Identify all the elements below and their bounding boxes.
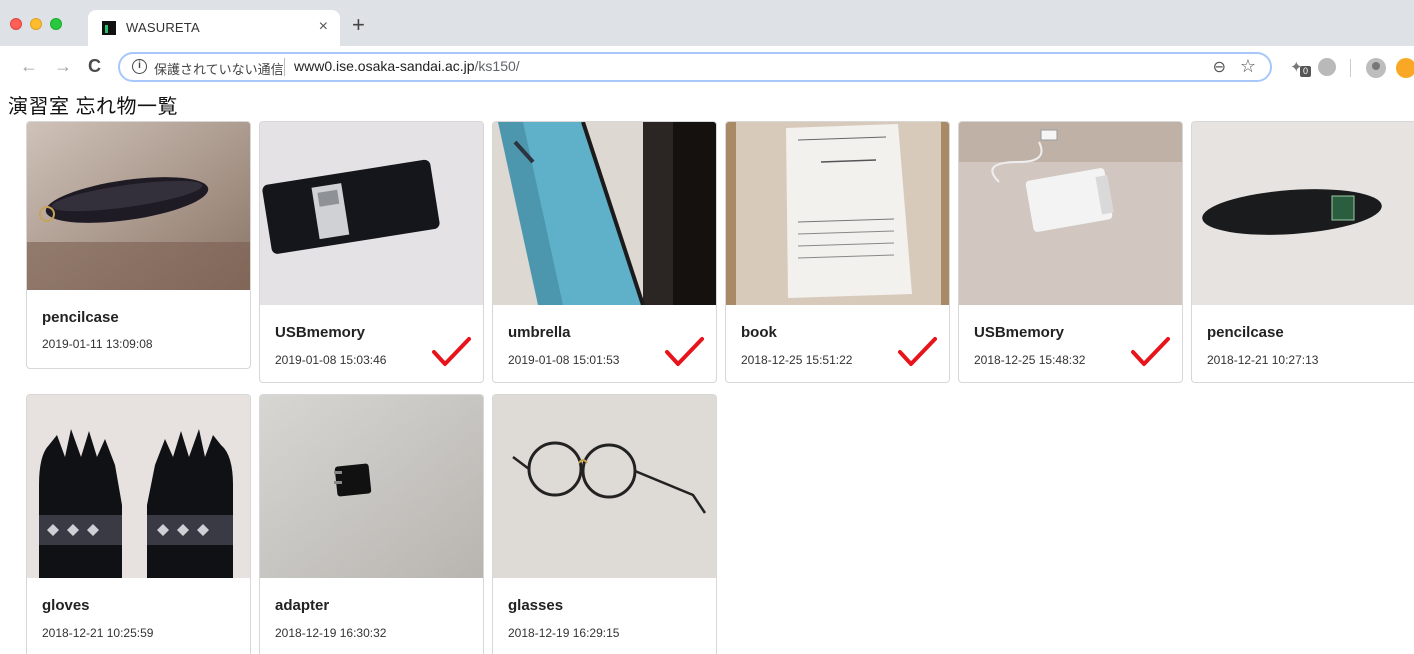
item-name: book (741, 324, 777, 341)
item-photo (726, 122, 949, 305)
item-name: gloves (42, 597, 90, 614)
item-photo (260, 122, 483, 305)
item-card[interactable]: pencilcase 2018-12-21 10:27:13 (1191, 121, 1414, 383)
item-card[interactable]: adapter 2018-12-19 16:30:32 (259, 394, 484, 654)
item-date: 2018-12-25 15:48:32 (974, 353, 1086, 367)
item-name: USBmemory (974, 324, 1065, 341)
browser-toolbar: ← → C i 保護されていない通信 www0.ise.osaka-sandai… (0, 46, 1414, 88)
item-name: glasses (508, 597, 564, 614)
item-photo (493, 122, 716, 305)
url-host: www0.ise.osaka-sandai.ac.jp (294, 58, 475, 74)
check-icon (898, 337, 937, 366)
item-date: 2018-12-19 16:29:15 (508, 626, 620, 640)
item-card[interactable]: umbrella 2019-01-08 15:01:53 (492, 121, 717, 383)
bookmark-star-icon[interactable]: ☆ (1240, 56, 1256, 77)
item-card[interactable]: USBmemory 2019-01-08 15:03:46 (259, 121, 484, 383)
info-icon[interactable]: i (132, 59, 147, 74)
item-card[interactable]: book 2018-12-25 15:51:22 (725, 121, 950, 383)
new-tab-button[interactable]: + (352, 14, 365, 36)
item-date: 2018-12-25 15:51:22 (741, 353, 853, 367)
item-name: adapter (275, 597, 330, 614)
check-icon (1131, 337, 1170, 366)
browser-tab[interactable]: WASURETA × (88, 10, 340, 46)
item-photo (260, 395, 483, 578)
check-icon (432, 337, 471, 366)
chat-extension-icon[interactable] (1318, 58, 1336, 76)
zoom-icon[interactable]: ⊖ (1213, 57, 1226, 77)
reload-button[interactable]: C (88, 55, 101, 77)
item-card[interactable]: pencilcase 2019-01-11 13:09:08 (26, 121, 251, 369)
check-icon (665, 337, 704, 366)
profile-avatar-icon[interactable] (1366, 58, 1386, 78)
url-path: /ks150/ (474, 58, 520, 74)
item-card[interactable]: gloves 2018-12-21 10:25:59 (26, 394, 251, 654)
item-photo (959, 122, 1182, 305)
item-photo (27, 395, 250, 578)
minimize-window-icon[interactable] (30, 18, 42, 30)
favicon-icon (102, 21, 116, 35)
extension-icon[interactable]: ✦ 0 (1290, 58, 1312, 78)
item-photo (493, 395, 716, 578)
item-date: 2019-01-08 15:01:53 (508, 353, 620, 367)
forward-button[interactable]: → (54, 55, 72, 77)
item-card[interactable]: USBmemory 2018-12-25 15:48:32 (958, 121, 1183, 383)
back-button[interactable]: ← (20, 55, 38, 77)
toolbar-divider (1350, 59, 1351, 77)
browser-tab-bar: WASURETA × + (0, 0, 1414, 46)
item-name: USBmemory (275, 324, 366, 341)
fullscreen-window-icon[interactable] (50, 18, 62, 30)
item-card[interactable]: glasses 2018-12-19 16:29:15 (492, 394, 717, 654)
tab-title: WASURETA (126, 20, 200, 35)
close-window-icon[interactable] (10, 18, 22, 30)
url-text[interactable]: www0.ise.osaka-sandai.ac.jp/ks150/ (294, 58, 520, 74)
item-date: 2018-12-19 16:30:32 (275, 626, 387, 640)
item-name: pencilcase (42, 309, 119, 326)
item-date: 2018-12-21 10:25:59 (42, 626, 154, 640)
item-date: 2018-12-21 10:27:13 (1207, 353, 1319, 367)
item-date: 2019-01-08 15:03:46 (275, 353, 387, 367)
item-date: 2019-01-11 13:09:08 (42, 337, 153, 351)
security-status[interactable]: 保護されていない通信 (154, 59, 284, 78)
item-photo (27, 122, 250, 290)
item-photo (1192, 122, 1414, 305)
update-icon[interactable] (1396, 58, 1414, 78)
page-title: 演習室 忘れ物一覧 (8, 96, 179, 118)
item-name: pencilcase (1207, 324, 1284, 341)
tab-close-icon[interactable]: × (319, 18, 328, 36)
item-name: umbrella (508, 324, 571, 341)
extension-badge: 0 (1300, 66, 1312, 77)
address-separator (284, 58, 285, 76)
address-bar[interactable]: i 保護されていない通信 www0.ise.osaka-sandai.ac.jp… (118, 52, 1272, 82)
